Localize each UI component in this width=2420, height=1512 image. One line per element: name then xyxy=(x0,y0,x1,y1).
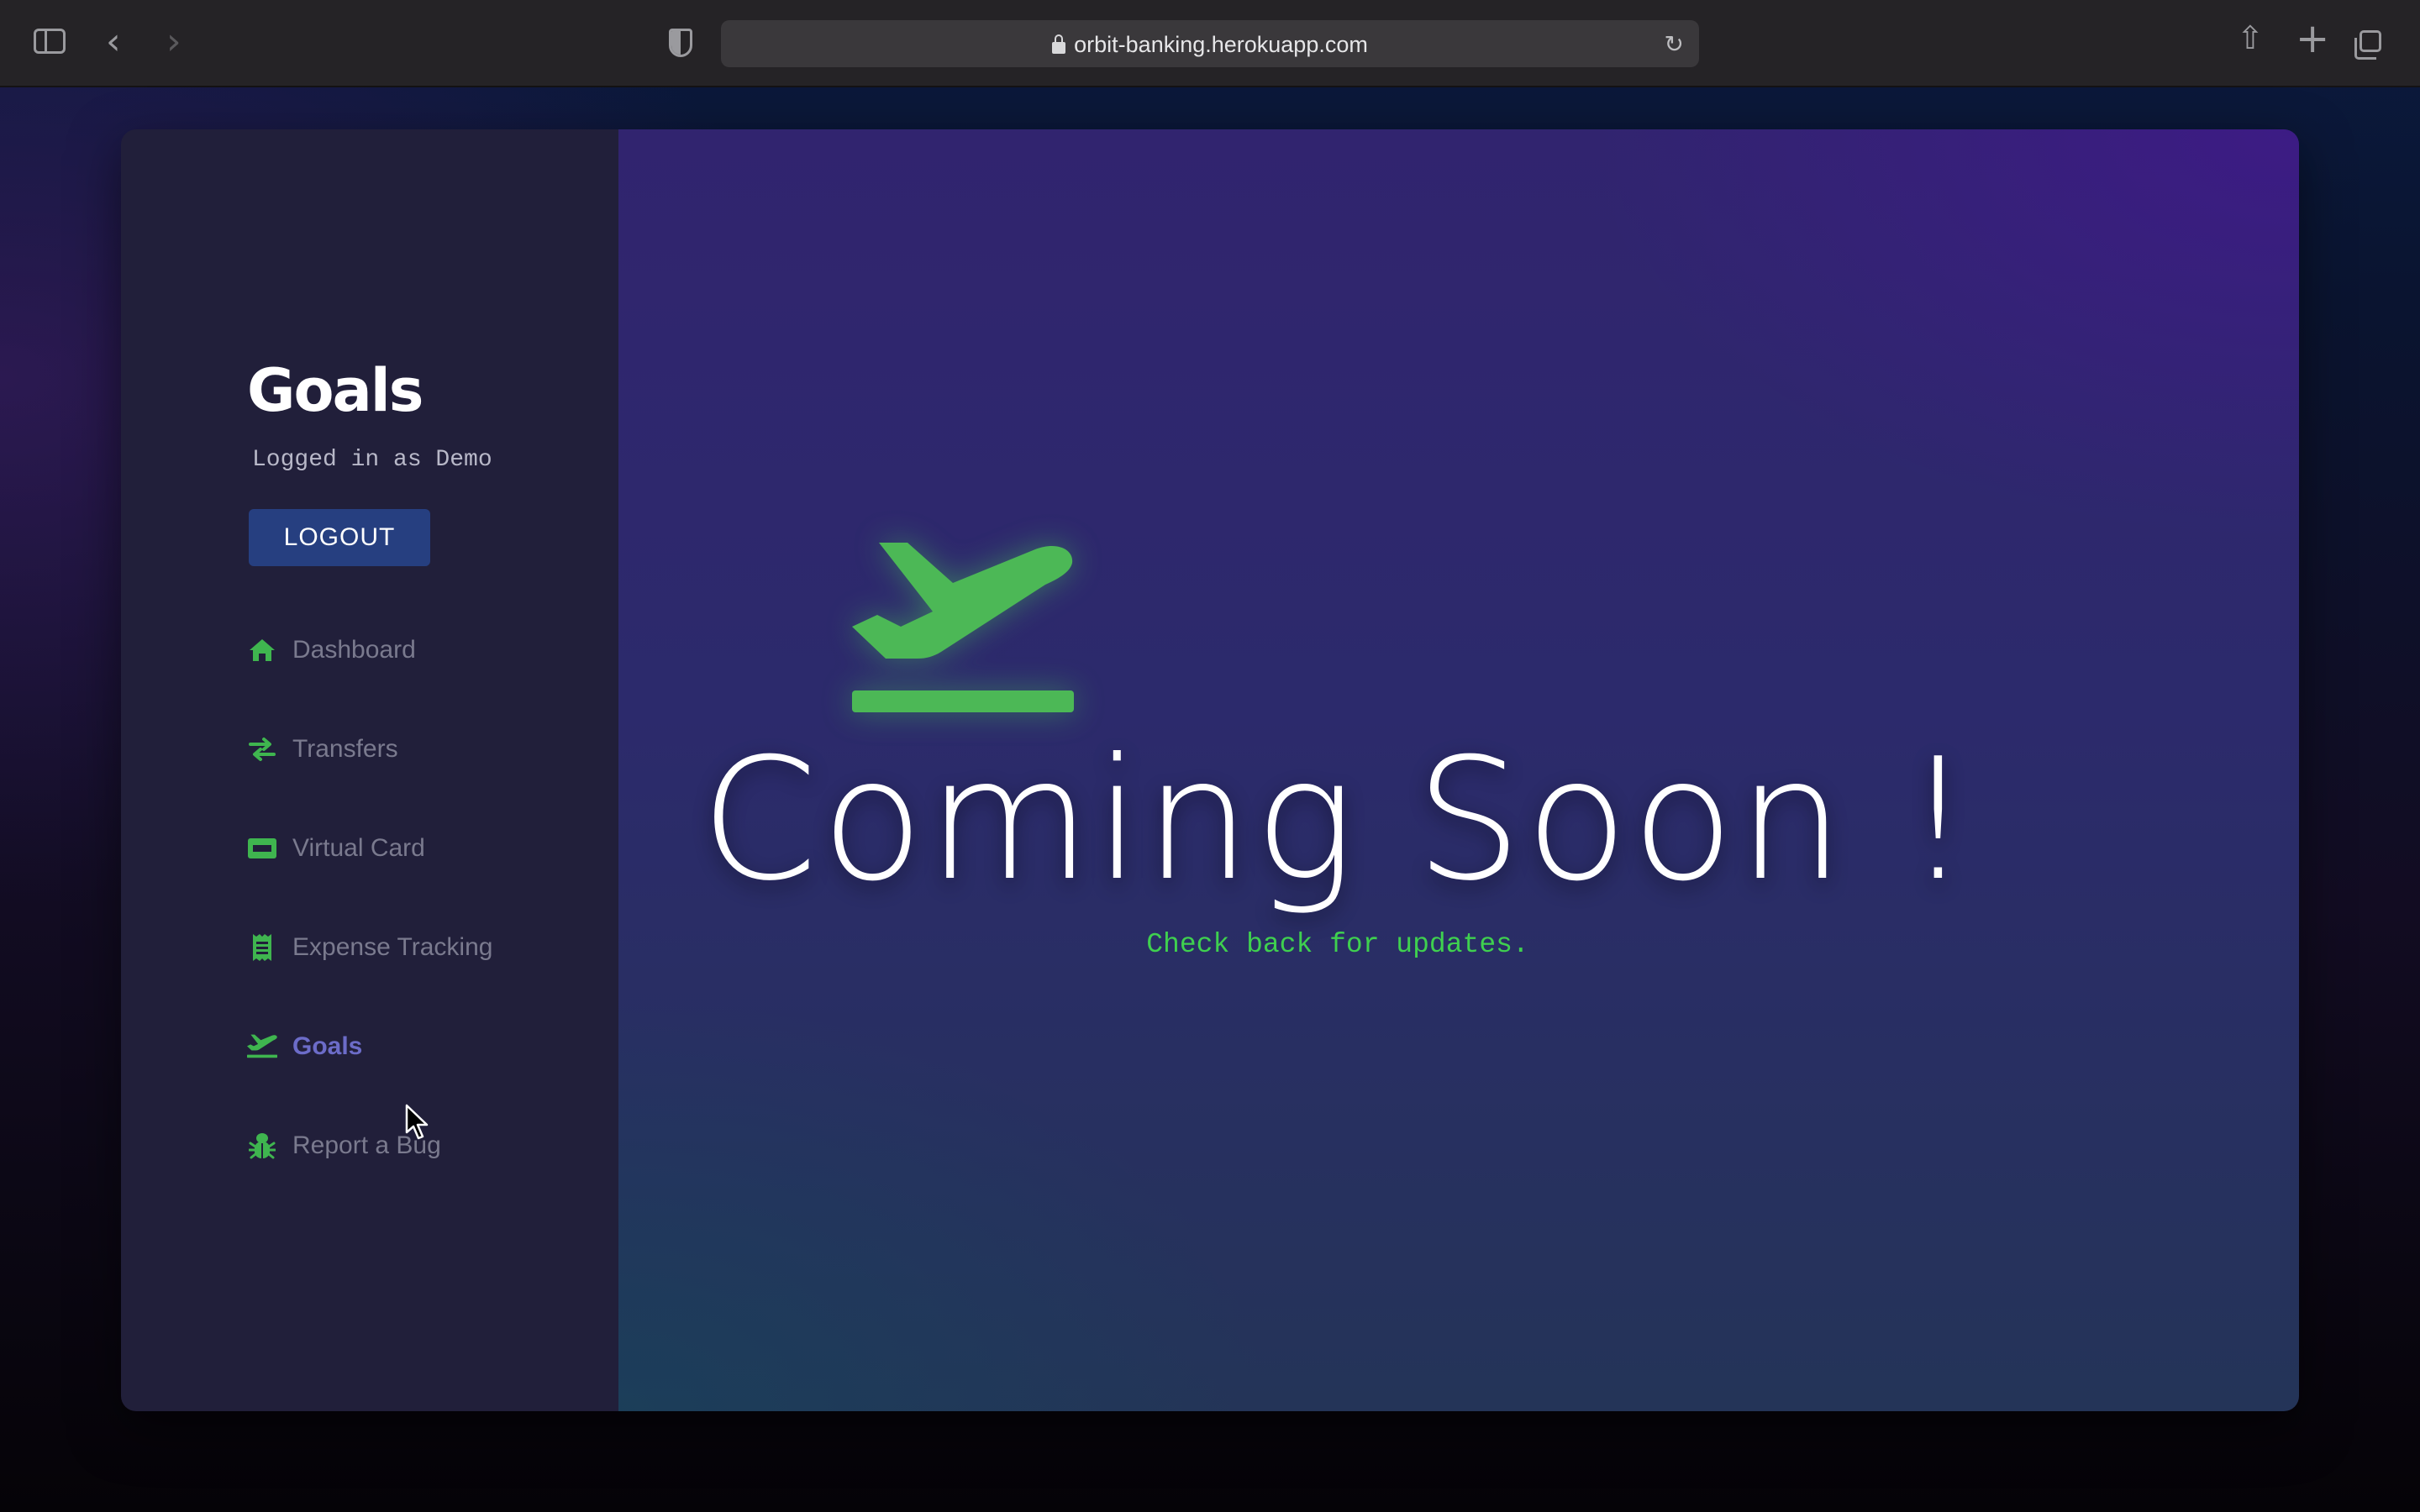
lock-icon xyxy=(1052,34,1066,54)
sidebar-toggle-icon[interactable] xyxy=(34,29,66,54)
address-bar[interactable]: orbit-banking.herokuapp.com ↻ xyxy=(721,20,1699,67)
coming-soon-subtitle: Check back for updates. xyxy=(1146,929,1529,960)
forward-arrow-icon[interactable]: › xyxy=(166,24,182,60)
privacy-shield-icon[interactable] xyxy=(669,29,692,57)
plane-departure-icon xyxy=(247,1032,277,1062)
sidebar-item-dashboard[interactable]: Dashboard xyxy=(247,625,566,675)
mouse-cursor-icon xyxy=(405,1104,429,1140)
reload-icon[interactable]: ↻ xyxy=(1665,30,1684,58)
new-tab-icon[interactable]: + xyxy=(2296,18,2329,59)
plane-departure-icon xyxy=(852,543,1074,712)
sidebar-item-label: Dashboard xyxy=(292,636,416,664)
visa-card-icon xyxy=(247,833,277,864)
tab-overview-icon[interactable] xyxy=(2354,30,2381,60)
sidebar-item-label: Expense Tracking xyxy=(292,933,493,961)
browser-toolbar: ‹ › orbit-banking.herokuapp.com ↻ ⇧ + xyxy=(0,0,2420,87)
sidebar-item-label: Goals xyxy=(292,1032,363,1060)
home-icon xyxy=(247,635,277,665)
logout-button[interactable]: LOGOUT xyxy=(249,509,430,566)
url-display: orbit-banking.herokuapp.com xyxy=(721,32,1699,58)
sidebar-item-goals[interactable]: Goals xyxy=(247,1021,566,1072)
transfer-arrows-icon xyxy=(247,734,277,764)
logged-in-status: Logged in as Demo xyxy=(252,447,492,473)
page-title: Goals xyxy=(247,356,424,425)
bug-icon xyxy=(247,1131,277,1161)
receipt-icon xyxy=(247,932,277,963)
coming-soon-heading: Coming Soon ! xyxy=(700,722,1975,918)
sidebar-item-label: Transfers xyxy=(292,735,398,763)
sidebar-item-label: Virtual Card xyxy=(292,834,425,862)
share-icon[interactable]: ⇧ xyxy=(2237,22,2264,54)
url-text: orbit-banking.herokuapp.com xyxy=(1074,32,1368,57)
back-arrow-icon[interactable]: ‹ xyxy=(106,24,121,60)
